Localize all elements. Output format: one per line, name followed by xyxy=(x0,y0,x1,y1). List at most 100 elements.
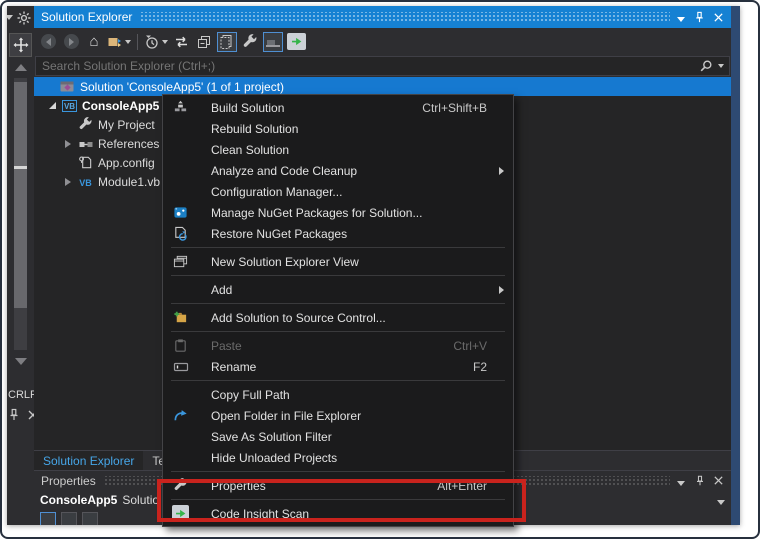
alphabetical-button[interactable] xyxy=(61,512,77,525)
scrollbar-thumb[interactable] xyxy=(14,82,27,308)
source-control-icon xyxy=(172,309,189,326)
code-insight-icon xyxy=(287,33,306,50)
home-button[interactable]: ⌂ xyxy=(84,32,104,52)
wrench-icon xyxy=(242,34,258,50)
close-icon xyxy=(713,475,724,486)
pending-changes-filter-button[interactable] xyxy=(144,32,168,52)
caret-down-icon xyxy=(162,40,168,44)
crlf-status[interactable]: CRLF xyxy=(8,389,34,401)
caret-down-icon xyxy=(125,40,131,44)
menu-separator xyxy=(171,499,505,500)
search-row xyxy=(34,55,731,77)
search-input[interactable] xyxy=(36,59,699,73)
pin-icon xyxy=(693,11,706,24)
pin-icon xyxy=(694,475,706,487)
pin-icon[interactable] xyxy=(7,408,21,422)
filter-clock-icon xyxy=(144,34,160,50)
window-title: Solution Explorer xyxy=(41,10,132,24)
menu-item-add[interactable]: Add xyxy=(163,279,513,300)
caret-down-icon xyxy=(677,17,685,22)
new-view-icon xyxy=(172,253,189,270)
menu-item-clean-solution[interactable]: Clean Solution xyxy=(163,139,513,160)
menu-item-open-folder-in-file-explorer[interactable]: Open Folder in File Explorer xyxy=(163,405,513,426)
tree-label: My Project xyxy=(95,118,155,132)
wrench-icon xyxy=(172,477,189,494)
close-icon xyxy=(713,12,724,23)
categorized-button[interactable] xyxy=(40,512,56,525)
window-position-button[interactable] xyxy=(672,472,689,489)
close-button[interactable] xyxy=(710,9,727,26)
svg-text:VB: VB xyxy=(64,102,75,111)
menu-separator xyxy=(171,471,505,472)
properties-button[interactable] xyxy=(240,32,260,52)
tool-window-titlebar[interactable]: Solution Explorer xyxy=(34,6,731,28)
rename-icon xyxy=(172,358,189,375)
sync-icon xyxy=(173,34,190,50)
vb-project-icon: VB xyxy=(60,98,79,114)
show-all-files-button[interactable] xyxy=(217,32,237,52)
menu-item-restore-nuget-packages[interactable]: Restore NuGet Packages xyxy=(163,223,513,244)
switch-views-button[interactable] xyxy=(107,32,131,52)
search-box[interactable] xyxy=(35,56,730,76)
collapse-all-icon xyxy=(196,34,212,50)
pin-button[interactable] xyxy=(691,9,708,26)
pin-button[interactable] xyxy=(691,472,708,489)
open-folder-icon xyxy=(172,407,189,424)
menu-item-code-insight-scan[interactable]: Code Insight Scan xyxy=(163,503,513,524)
gear-icon[interactable] xyxy=(16,10,32,26)
menu-item-hide-unloaded-projects[interactable]: Hide Unloaded Projects xyxy=(163,447,513,468)
expander-collapsed-icon[interactable] xyxy=(60,178,76,186)
menu-item-manage-nuget-packages[interactable]: Manage NuGet Packages for Solution... xyxy=(163,202,513,223)
sync-with-active-document-button[interactable] xyxy=(171,32,191,52)
menu-item-properties[interactable]: Properties Alt+Enter xyxy=(163,475,513,496)
code-insight-scan-button[interactable] xyxy=(286,32,306,52)
menu-item-add-solution-to-source-control[interactable]: Add Solution to Source Control... xyxy=(163,307,513,328)
menu-item-copy-full-path[interactable]: Copy Full Path xyxy=(163,384,513,405)
forward-button[interactable] xyxy=(61,32,81,52)
background-window-sliver: CRLF xyxy=(7,6,34,525)
menu-item-rename[interactable]: Rename F2 xyxy=(163,356,513,377)
toolbar-separator xyxy=(137,34,138,50)
code-insight-icon xyxy=(172,505,189,522)
menu-item-configuration-manager[interactable]: Configuration Manager... xyxy=(163,181,513,202)
scrollbar-track[interactable] xyxy=(14,78,27,350)
search-icon[interactable] xyxy=(699,59,713,73)
solution-explorer-toolbar: ⌂ xyxy=(34,28,731,55)
svg-text:VB: VB xyxy=(79,178,92,188)
back-button[interactable] xyxy=(38,32,58,52)
tab-solution-explorer[interactable]: Solution Explorer xyxy=(34,451,143,470)
property-pages-button[interactable] xyxy=(82,512,98,525)
references-icon xyxy=(76,136,95,152)
menu-item-new-solution-explorer-view[interactable]: New Solution Explorer View xyxy=(163,251,513,272)
window-position-button[interactable] xyxy=(672,9,689,26)
scroll-down-arrow[interactable] xyxy=(15,358,27,365)
menu-item-analyze-and-code-cleanup[interactable]: Analyze and Code Cleanup xyxy=(163,160,513,181)
show-all-files-icon xyxy=(220,34,234,49)
collapse-all-button[interactable] xyxy=(194,32,214,52)
menu-item-build-solution[interactable]: Build Solution Ctrl+Shift+B xyxy=(163,97,513,118)
submenu-arrow-icon xyxy=(499,286,504,294)
main-window-edge xyxy=(731,6,740,525)
scroll-up-arrow[interactable] xyxy=(15,64,27,71)
close-icon[interactable] xyxy=(27,409,34,421)
forward-icon xyxy=(64,34,79,49)
back-icon xyxy=(41,34,56,49)
menu-separator xyxy=(171,380,505,381)
menu-item-paste: Paste Ctrl+V xyxy=(163,335,513,356)
close-button[interactable] xyxy=(710,472,727,489)
menu-item-rebuild-solution[interactable]: Rebuild Solution xyxy=(163,118,513,139)
tree-label: Solution 'ConsoleApp5' (1 of 1 project) xyxy=(77,80,284,94)
dock-move-handle[interactable] xyxy=(9,33,32,57)
search-options-caret[interactable] xyxy=(718,64,724,68)
switch-views-icon xyxy=(107,34,123,50)
preview-selected-items-icon xyxy=(265,36,281,48)
search-icons xyxy=(699,59,729,73)
dropdown-caret-icon[interactable] xyxy=(7,15,13,20)
solution-icon xyxy=(58,79,77,95)
menu-item-save-as-solution-filter[interactable]: Save As Solution Filter xyxy=(163,426,513,447)
expander-expanded-icon[interactable] xyxy=(44,102,60,109)
preview-selected-items-button[interactable] xyxy=(263,32,283,52)
menu-separator xyxy=(171,275,505,276)
config-file-icon xyxy=(76,155,95,171)
expander-collapsed-icon[interactable] xyxy=(60,140,76,148)
